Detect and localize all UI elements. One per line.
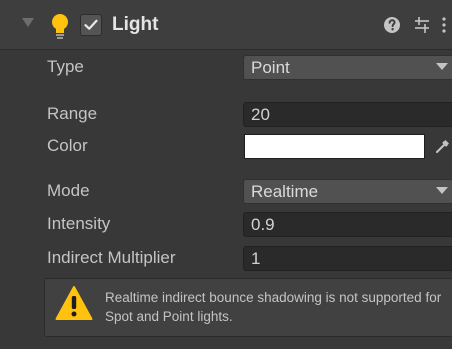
range-row: Range 20 [0,99,452,129]
type-dropdown-arrow-icon[interactable] [436,63,448,70]
eyedropper-icon[interactable] [434,137,452,155]
mode-dropdown-arrow-icon[interactable] [436,187,448,194]
checkmark-icon [84,19,98,30]
mode-value: Realtime [251,182,319,201]
mode-row: Mode Realtime [0,176,452,206]
warning-helpbox: Realtime indirect bounce shadowing is no… [44,278,452,337]
component-enabled-checkbox[interactable] [80,14,102,36]
color-swatch[interactable] [244,134,425,159]
light-inspector-panel: Light Type Point Range 20 Color Mode Rea… [0,0,452,349]
warning-icon [55,285,93,323]
intensity-input[interactable]: 0.9 [243,212,452,237]
indirect-multiplier-label[interactable]: Indirect Multiplier [47,243,176,273]
type-value: Point [251,58,290,77]
color-label: Color [47,136,88,155]
indirect-multiplier-input[interactable]: 1 [243,246,452,271]
range-input[interactable]: 20 [243,102,452,127]
intensity-row: Intensity 0.9 [0,209,452,239]
intensity-label[interactable]: Intensity [47,209,110,239]
color-row: Color [0,131,452,161]
bulb-icon [50,12,70,40]
foldout-arrow-icon[interactable] [22,18,34,27]
mode-label: Mode [47,181,90,200]
range-label[interactable]: Range [47,99,97,129]
component-header[interactable]: Light [0,0,452,50]
type-row: Type Point [0,52,452,82]
type-label: Type [47,57,84,76]
type-dropdown[interactable]: Point [243,55,452,80]
help-icon[interactable] [381,14,403,36]
preset-icon[interactable] [411,14,433,36]
component-title: Light [112,14,159,35]
mode-dropdown[interactable]: Realtime [243,179,452,204]
indirect-multiplier-row: Indirect Multiplier 1 [0,243,452,273]
warning-message: Realtime indirect bounce shadowing is no… [105,290,442,324]
menu-icon[interactable] [438,14,450,36]
